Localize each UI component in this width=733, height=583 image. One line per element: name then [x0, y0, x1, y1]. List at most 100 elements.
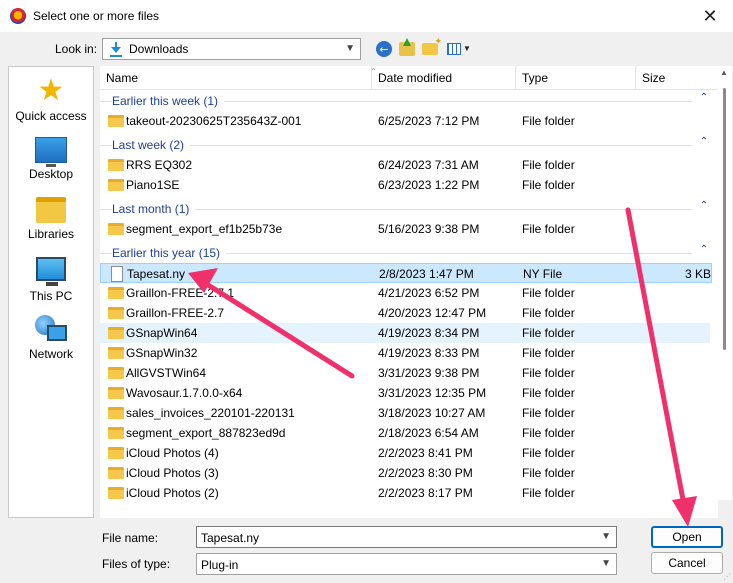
close-icon[interactable]: ✕ — [687, 0, 733, 32]
item-name: Graillon-FREE-2.7 — [126, 306, 225, 320]
chevron-down-icon[interactable]: ▼ — [601, 531, 611, 542]
folder-icon — [108, 327, 124, 339]
item-date: 6/25/2023 7:12 PM — [378, 114, 480, 128]
scroll-up-icon[interactable]: ▲ — [720, 68, 728, 77]
group-header[interactable]: Last week (2) ⌃ — [100, 135, 718, 155]
open-button[interactable]: Open — [651, 526, 723, 548]
list-item[interactable]: iCloud Photos (4) 2/2/2023 8:41 PM File … — [100, 443, 710, 463]
list-item[interactable]: AllGVSTWin64 3/31/2023 9:38 PM File fold… — [100, 363, 710, 383]
item-size: 3 KB — [684, 267, 711, 281]
item-date: 2/2/2023 8:17 PM — [378, 486, 473, 500]
place-quick-access[interactable]: ★ Quick access — [9, 76, 93, 124]
folder-icon — [108, 307, 124, 319]
folder-icon — [108, 427, 124, 439]
new-folder-icon — [422, 36, 442, 55]
list-item[interactable]: Wavosaur.1.7.0.0-x64 3/31/2023 12:35 PM … — [100, 383, 710, 403]
item-name: AllGVSTWin64 — [126, 366, 207, 380]
collapse-chevron-icon[interactable]: ⌃ — [700, 200, 708, 211]
place-label: Libraries — [27, 227, 75, 241]
item-date: 5/16/2023 9:38 PM — [378, 222, 480, 236]
list-item[interactable]: takeout-20230625T235643Z-001 6/25/2023 7… — [100, 111, 710, 131]
collapse-chevron-icon[interactable]: ⌃ — [700, 136, 708, 147]
file-list[interactable]: Name ⌃ Date modified Type Size Earlier th… — [100, 66, 718, 500]
place-label: Desktop — [28, 167, 74, 181]
place-desktop[interactable]: Desktop — [9, 137, 93, 181]
list-item[interactable]: sales_invoices_220101-220131 3/18/2023 1… — [100, 403, 710, 423]
item-type: File folder — [522, 306, 575, 320]
resize-grip-icon[interactable]: ⋰ — [723, 572, 731, 581]
item-name: segment_export_887823ed9d — [126, 426, 286, 440]
item-date: 6/24/2023 7:31 AM — [378, 158, 479, 172]
item-date: 4/19/2023 8:34 PM — [378, 326, 480, 340]
item-date: 2/2/2023 8:30 PM — [378, 466, 473, 480]
list-item[interactable]: iCloud Photos (3) 2/2/2023 8:30 PM File … — [100, 463, 710, 483]
item-name: sales_invoices_220101-220131 — [126, 406, 295, 420]
item-type: File folder — [522, 346, 575, 360]
item-type: File folder — [522, 158, 575, 172]
item-name: RRS EQ302 — [126, 158, 193, 172]
list-item[interactable]: RRS EQ302 6/24/2023 7:31 AM File folder — [100, 155, 710, 175]
item-name: iCloud Photos (4) — [126, 446, 219, 460]
cancel-button[interactable]: Cancel — [651, 552, 723, 574]
file-name-label: File name: — [102, 531, 159, 545]
list-item-hovered[interactable]: GSnapWin64 4/19/2023 8:34 PM File folder — [100, 323, 710, 343]
file-type-dropdown[interactable]: Plug-in ▼ — [196, 553, 617, 575]
place-this-pc[interactable]: This PC — [9, 257, 93, 303]
folder-icon — [108, 387, 124, 399]
item-type: File folder — [522, 446, 575, 460]
group-header[interactable]: Last month (1) ⌃ — [100, 199, 718, 219]
folder-icon — [108, 447, 124, 459]
item-type: File folder — [522, 178, 575, 192]
look-in-dropdown[interactable]: Downloads ▼ — [102, 38, 361, 60]
column-size[interactable]: Size — [636, 66, 718, 90]
up-folder-icon — [399, 38, 415, 56]
item-type: File folder — [522, 466, 575, 480]
list-item[interactable]: Graillon-FREE-2.7.1 4/21/2023 6:52 PM Fi… — [100, 283, 710, 303]
back-button[interactable]: ← — [375, 40, 393, 58]
item-name: iCloud Photos (3) — [126, 466, 219, 480]
place-label: Network — [28, 347, 73, 361]
back-arrow-icon: ← — [376, 41, 392, 57]
audacity-app-icon — [10, 8, 26, 24]
vertical-scrollbar[interactable]: ▲ — [718, 66, 732, 500]
list-item[interactable]: Piano1SE 6/23/2023 1:22 PM File folder — [100, 175, 710, 195]
place-network[interactable]: Network — [9, 315, 93, 361]
look-in-value: Downloads — [129, 42, 189, 56]
chevron-down-icon[interactable]: ▼ — [601, 558, 611, 569]
list-item[interactable]: segment_export_ef1b25b73e 5/16/2023 9:38… — [100, 219, 710, 239]
group-header[interactable]: Earlier this year (15) ⌃ — [100, 243, 718, 263]
scrollbar-thumb[interactable] — [723, 88, 726, 350]
item-date: 4/21/2023 6:52 PM — [378, 286, 480, 300]
places-sidebar: ★ Quick access Desktop Libraries This PC… — [8, 66, 94, 518]
collapse-chevron-icon[interactable]: ⌃ — [700, 244, 708, 255]
group-title: Last month (1) — [112, 202, 196, 216]
details-view-icon — [447, 43, 461, 55]
item-date: 3/31/2023 9:38 PM — [378, 366, 480, 380]
item-type: File folder — [522, 486, 575, 500]
up-folder-button[interactable] — [398, 38, 416, 58]
group-header[interactable]: Earlier this week (1) ⌃ — [100, 91, 718, 111]
place-libraries[interactable]: Libraries — [9, 197, 93, 241]
view-menu-arrow-icon[interactable]: ▼ — [463, 44, 471, 53]
collapse-chevron-icon[interactable]: ⌃ — [700, 92, 708, 103]
column-name[interactable]: Name ⌃ — [100, 66, 377, 90]
horizontal-scrollbar[interactable] — [100, 500, 718, 518]
group-title: Earlier this week (1) — [112, 94, 225, 108]
folder-icon — [108, 367, 124, 379]
item-date: 2/18/2023 6:54 AM — [378, 426, 479, 440]
file-name-value: Tapesat.ny — [201, 531, 260, 545]
view-menu-button[interactable] — [445, 40, 463, 58]
column-type[interactable]: Type — [516, 66, 636, 90]
item-type: NY File — [523, 267, 563, 281]
new-folder-button[interactable] — [421, 36, 442, 58]
column-name-label: Name — [106, 71, 139, 85]
file-name-input[interactable]: Tapesat.ny ▼ — [196, 526, 617, 548]
item-name: segment_export_ef1b25b73e — [126, 222, 283, 236]
list-item-selected[interactable]: Tapesat.ny 2/8/2023 1:47 PM NY File 3 KB — [100, 263, 712, 283]
list-item[interactable]: Graillon-FREE-2.7 4/20/2023 12:47 PM Fil… — [100, 303, 710, 323]
column-date-modified[interactable]: Date modified — [372, 66, 516, 90]
list-item[interactable]: iCloud Photos (2) 2/2/2023 8:17 PM File … — [100, 483, 710, 500]
list-item[interactable]: GSnapWin32 4/19/2023 8:33 PM File folder — [100, 343, 710, 363]
network-icon — [35, 315, 67, 343]
list-item[interactable]: segment_export_887823ed9d 2/18/2023 6:54… — [100, 423, 710, 443]
